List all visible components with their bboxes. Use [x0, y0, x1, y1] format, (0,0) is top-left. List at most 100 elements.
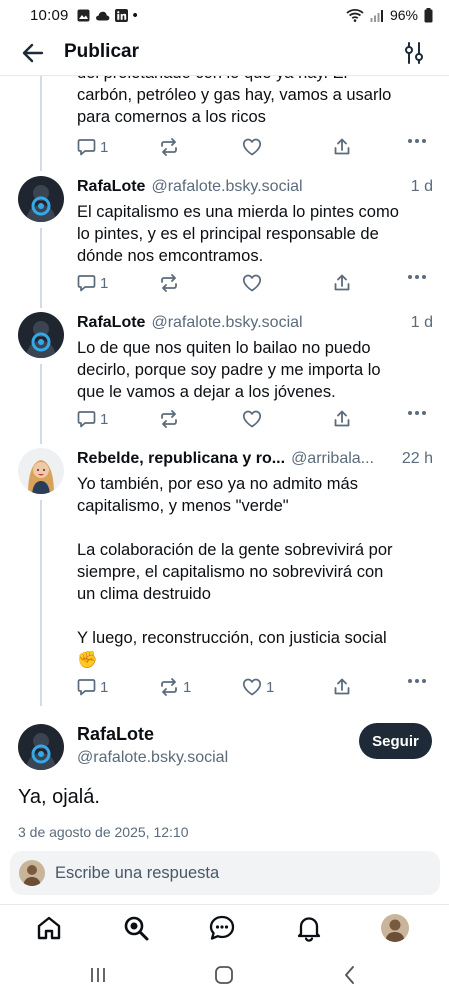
- thread-post[interactable]: del proletariado con lo que ya hay. El c…: [0, 76, 449, 176]
- recent-apps-button[interactable]: [86, 963, 110, 987]
- battery-icon: [424, 7, 433, 22]
- my-avatar: [19, 860, 45, 886]
- post-header: Rebelde, republicana y ro... @arribala..…: [77, 450, 433, 468]
- repost-button[interactable]: [159, 274, 183, 292]
- reply-count: 1: [100, 678, 109, 696]
- repost-icon: [161, 410, 177, 428]
- share-icon: [334, 138, 350, 155]
- share-button[interactable]: [333, 678, 351, 696]
- post-header: RafaLote @rafalote.bsky.social 1 d: [77, 178, 433, 196]
- post-actions: 1: [77, 410, 433, 432]
- like-button[interactable]: [242, 274, 266, 292]
- reply-button[interactable]: 1: [77, 138, 108, 156]
- main-post-date: 3 de agosto de 2025, 12:10: [18, 824, 189, 840]
- more-icon: [408, 275, 426, 279]
- battery-percent: 96%: [389, 7, 418, 23]
- author-handle[interactable]: @rafalote.bsky.social: [77, 749, 228, 767]
- user-avatar-image: [18, 448, 64, 494]
- post-text: El capitalismo es una mierda lo pintes c…: [77, 203, 399, 265]
- page-title: Publicar: [64, 41, 139, 62]
- status-bar: 10:09 • 96%: [0, 0, 449, 30]
- reply-icon: [77, 275, 96, 292]
- author-name[interactable]: RafaLote: [77, 314, 145, 332]
- user-avatar-image: [18, 724, 64, 770]
- author-handle[interactable]: @rafalote.bsky.social: [151, 178, 302, 196]
- author-handle[interactable]: @arribala...: [291, 450, 374, 468]
- thread-post[interactable]: RafaLote @rafalote.bsky.social 1 d El ca…: [0, 176, 449, 312]
- nav-home[interactable]: [34, 913, 64, 943]
- reply-icon: [77, 139, 96, 156]
- nav-chat[interactable]: [207, 913, 237, 943]
- back-chevron-icon: [345, 966, 354, 984]
- avatar[interactable]: [18, 176, 64, 222]
- post-text: Lo de que nos quiten lo bailao no puedo …: [77, 339, 381, 401]
- like-button[interactable]: [242, 410, 266, 428]
- home-button[interactable]: [212, 963, 236, 987]
- nav-search[interactable]: [121, 913, 151, 943]
- post-text: del proletariado con lo que ya hay. El c…: [77, 76, 392, 126]
- linkedin-icon: [114, 8, 128, 22]
- gallery-icon: [77, 9, 90, 21]
- share-icon: [334, 410, 350, 427]
- more-options-button[interactable]: [407, 678, 427, 684]
- reply-input[interactable]: [55, 863, 395, 883]
- reply-count: 1: [100, 138, 109, 156]
- post-text: Yo también, por eso ya no admito más cap…: [77, 475, 393, 669]
- repost-button[interactable]: 1: [159, 678, 191, 696]
- cloud-icon: [95, 11, 109, 20]
- home-icon: [37, 916, 61, 940]
- like-button[interactable]: [242, 138, 266, 156]
- repost-icon: [161, 678, 177, 696]
- post-time: 1 d: [410, 178, 433, 195]
- profile-avatar-image: [381, 914, 409, 942]
- reply-button[interactable]: 1: [77, 678, 108, 696]
- repost-button[interactable]: [159, 410, 183, 428]
- share-icon: [334, 274, 350, 291]
- repost-count: 1: [183, 678, 192, 696]
- home-square-icon: [215, 966, 233, 984]
- more-icon: [408, 679, 426, 683]
- status-dot: •: [132, 6, 138, 24]
- share-button[interactable]: [333, 274, 351, 292]
- heart-icon: [242, 678, 262, 696]
- status-notification-icons: •: [77, 7, 138, 24]
- wifi-icon: [346, 8, 364, 22]
- reply-button[interactable]: 1: [77, 410, 108, 428]
- repost-icon: [161, 138, 177, 156]
- thread-post[interactable]: RafaLote @rafalote.bsky.social 1 d Lo de…: [0, 312, 449, 448]
- share-icon: [334, 678, 350, 695]
- nav-profile[interactable]: [380, 913, 410, 943]
- heart-icon: [242, 410, 262, 428]
- repost-button[interactable]: [159, 138, 183, 156]
- avatar[interactable]: [18, 724, 64, 770]
- avatar[interactable]: [18, 448, 64, 494]
- reply-composer[interactable]: [10, 851, 440, 895]
- back-button[interactable]: [338, 963, 362, 987]
- author-name[interactable]: Rebelde, republicana y ro...: [77, 450, 285, 468]
- thread-post[interactable]: Rebelde, republicana y ro... @arribala..…: [0, 448, 449, 706]
- system-navigation-bar: [0, 950, 449, 1000]
- signal-icon: [370, 9, 383, 22]
- reply-count: 1: [100, 410, 109, 428]
- nav-notifications[interactable]: [294, 913, 324, 943]
- recent-apps-icon: [91, 968, 105, 982]
- heart-icon: [242, 138, 262, 156]
- author-handle[interactable]: @rafalote.bsky.social: [151, 314, 302, 332]
- follow-button[interactable]: Seguir: [359, 723, 432, 759]
- like-button[interactable]: 1: [242, 678, 274, 696]
- back-arrow-icon[interactable]: [20, 40, 46, 66]
- more-options-button[interactable]: [407, 138, 427, 144]
- post-actions: 1 1 1: [77, 678, 433, 700]
- thread-settings-icon[interactable]: [402, 41, 426, 65]
- author-name[interactable]: RafaLote: [77, 178, 145, 196]
- reply-button[interactable]: 1: [77, 274, 108, 292]
- share-button[interactable]: [333, 410, 351, 428]
- avatar[interactable]: [18, 312, 64, 358]
- share-button[interactable]: [333, 138, 351, 156]
- author-name[interactable]: RafaLote: [77, 724, 154, 745]
- more-icon: [408, 139, 426, 143]
- more-options-button[interactable]: [407, 410, 427, 416]
- main-post-author: RafaLote @rafalote.bsky.social Seguir: [0, 718, 449, 774]
- more-options-button[interactable]: [407, 274, 427, 280]
- main-post-text: Ya, ojalá.: [18, 786, 100, 808]
